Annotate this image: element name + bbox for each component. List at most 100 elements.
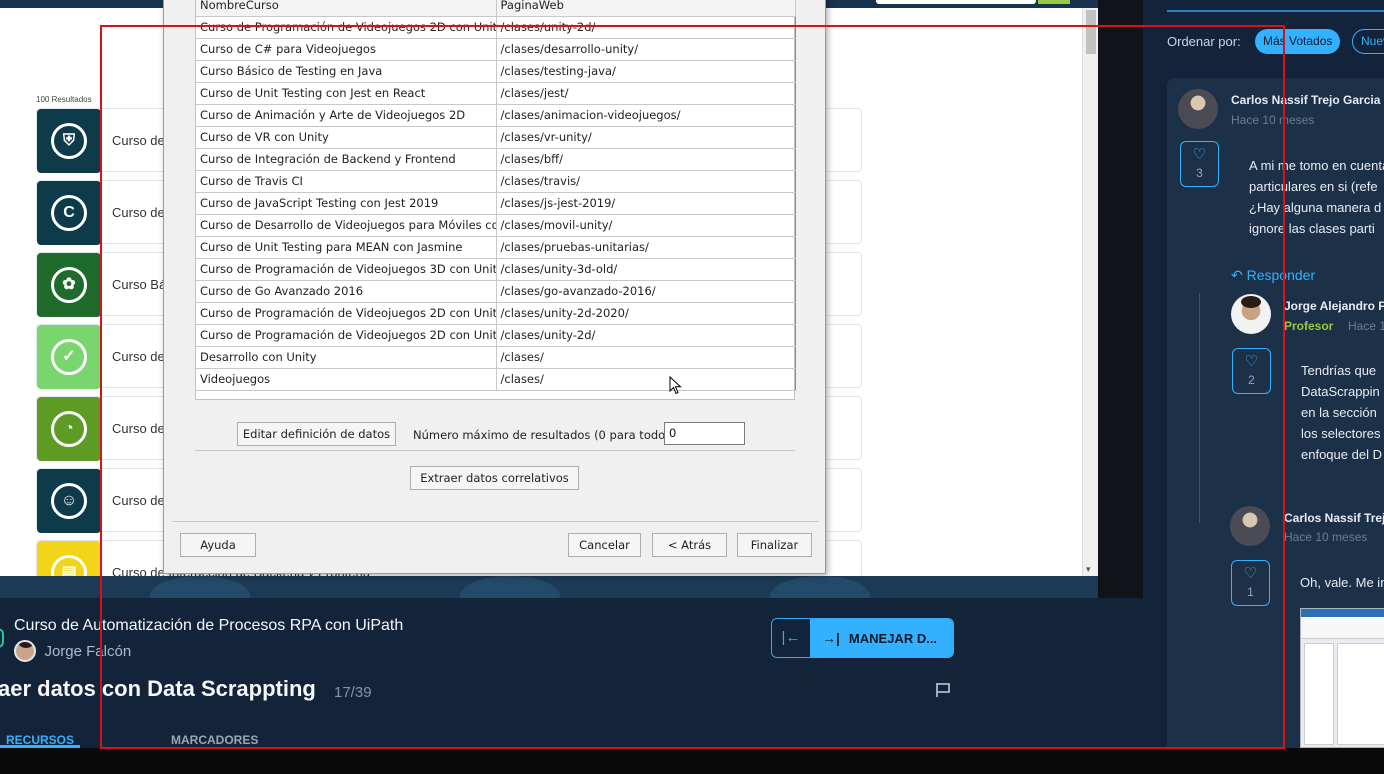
teacher-avatar — [14, 640, 36, 662]
course-card-title: Curso de — [112, 205, 165, 220]
attachment-titlebar — [1301, 609, 1384, 617]
mouse-cursor-icon — [669, 376, 682, 395]
arrow-right-bar-icon: →| — [822, 630, 840, 646]
table-row: Curso de Programación de Videojuegos 3D … — [196, 258, 796, 281]
cell-web-page: /clases/movil-unity/ — [496, 214, 796, 237]
cell-web-page: /clases/ — [496, 346, 796, 369]
class-count: 17/39 — [334, 684, 372, 701]
scrollbar-thumb — [1086, 10, 1096, 54]
cell-web-page: /clases/js-jest-2019/ — [496, 192, 796, 215]
comment-author[interactable]: Carlos Nassif Trejo Garcia — [1284, 511, 1384, 525]
professor-badge: Profesor — [1284, 319, 1334, 333]
help-button: Ayuda — [180, 533, 256, 557]
like-count: 3 — [1196, 166, 1203, 180]
table-row: Curso de Integración de Backend y Fronte… — [196, 148, 796, 171]
table-row: Curso de Travis CI/clases/travis/ — [196, 170, 796, 193]
decor-circle — [770, 576, 870, 598]
cell-web-page: /clases/testing-java/ — [496, 60, 796, 83]
max-results-label: Número máximo de resultados (0 para todo… — [413, 428, 670, 442]
taskbar-strip — [0, 748, 1384, 774]
flag-icon[interactable] — [935, 681, 953, 699]
cell-course-name: Curso de Desarrollo de Videojuegos para … — [196, 214, 497, 237]
order-by-label: Ordenar por: — [1167, 34, 1241, 49]
comment-thread: Carlos Nassif Trejo Garcia Hace 10 meses… — [1167, 78, 1384, 748]
table-row: Curso de Unit Testing para MEAN con Jasm… — [196, 236, 796, 259]
comment-body: Tendrías que DataScrappin en la sección … — [1301, 360, 1382, 465]
cell-course-name: Curso de VR con Unity — [196, 126, 497, 149]
cell-web-page: /clases/animacion-videojuegos/ — [496, 104, 796, 127]
like-count: 1 — [1247, 585, 1254, 599]
like-button[interactable]: ♡ 2 — [1232, 348, 1271, 394]
like-button[interactable]: ♡ 3 — [1180, 141, 1219, 187]
heart-icon: ♡ — [1192, 146, 1207, 163]
course-card-title: Curso de — [112, 349, 165, 364]
attachment-ribbon — [1301, 617, 1384, 639]
cell-course-name: Curso de C# para Videojuegos — [196, 38, 497, 61]
comment-image-attachment[interactable] — [1300, 608, 1384, 748]
website-search-box — [876, 0, 1036, 4]
table-row: Curso de C# para Videojuegos/clases/desa… — [196, 38, 796, 61]
commenter-avatar[interactable] — [1231, 294, 1271, 334]
table-row: Curso de Go Avanzado 2016/clases/go-avan… — [196, 280, 796, 303]
comment-line: ignore las clases parti — [1249, 221, 1375, 236]
reply-button[interactable]: ↶ Responder — [1231, 267, 1315, 284]
data-scraping-dialog: NombreCurso PaginaWeb Curso de Programac… — [163, 0, 826, 574]
commenter-avatar[interactable] — [1178, 89, 1218, 129]
arrow-left-bar-icon: |← — [781, 629, 801, 646]
commenter-avatar[interactable] — [1230, 506, 1270, 546]
class-navigation: |← →| MANEJAR D... — [771, 618, 954, 658]
video-letterbox — [1098, 0, 1143, 598]
order-most-voted-button[interactable]: Más Votados — [1255, 29, 1341, 54]
previous-class-button[interactable]: |← — [772, 619, 810, 657]
course-title[interactable]: Curso de Automatización de Procesos RPA … — [14, 617, 403, 635]
comment-line: particulares en si (refe — [1249, 179, 1378, 194]
cell-web-page: /clases/unity-3d-old/ — [496, 258, 796, 281]
attachment-pane — [1304, 643, 1334, 745]
cell-course-name: Desarrollo con Unity — [196, 346, 497, 369]
website-search-button — [1038, 0, 1070, 4]
table-row: Curso de Unit Testing con Jest en React /… — [196, 82, 796, 105]
cell-course-name: Curso de Go Avanzado 2016 — [196, 280, 497, 303]
divider — [1167, 10, 1384, 12]
cell-course-name: Videojuegos — [196, 368, 497, 391]
like-button[interactable]: ♡ 1 — [1231, 560, 1270, 606]
reply-label: Responder — [1246, 267, 1316, 283]
cell-web-page: /clases/unity-2d/ — [496, 324, 796, 347]
course-badge: ✓ — [37, 325, 101, 389]
course-badge: ✿ — [37, 253, 101, 317]
table-row: Videojuegos/clases/ — [196, 368, 796, 391]
video-player[interactable]: 100 Resultados ⛨ Curso de C Curso de ✿ Curso … — [0, 0, 1143, 598]
screen: 100 Resultados ⛨ Curso de C Curso de ✿ Curso … — [0, 0, 1384, 774]
teacher-info[interactable]: Jorge Falcón — [14, 640, 131, 662]
decor-circle — [150, 576, 250, 598]
pacman-icon: ◔ — [51, 411, 87, 447]
comment-line: DataScrappin — [1301, 384, 1380, 399]
comment-time: Hace 10 meses — [1348, 319, 1384, 333]
next-class-label: MANEJAR D... — [848, 631, 938, 646]
course-card-title: Curso de — [112, 493, 165, 508]
next-class-button[interactable]: →| MANEJAR D... — [810, 619, 953, 657]
heart-icon: ♡ — [1244, 353, 1259, 370]
comment-body: A mi me tomo en cuenta particulares en s… — [1249, 155, 1384, 239]
cell-web-page: /clases/ — [496, 368, 796, 391]
table-row: Curso de VR con Unity/clases/vr-unity/ — [196, 126, 796, 149]
divider — [195, 450, 795, 451]
comment-line: ¿Hay alguna manera d — [1249, 200, 1382, 215]
cell-course-name: Curso de Programación de Videojuegos 2D … — [196, 302, 497, 325]
scroll-down-arrow-icon: ▾ — [1086, 564, 1091, 574]
extracted-data-grid: NombreCurso PaginaWeb Curso de Programac… — [195, 0, 796, 400]
comment-line: Oh, vale. Me im — [1300, 575, 1384, 590]
comment-author[interactable]: Jorge Alejandro Falcón — [1284, 299, 1384, 313]
extract-correlated-data-button: Extraer datos correlativos — [410, 466, 579, 490]
cell-web-page: /clases/unity-2d/ — [496, 16, 796, 39]
tab-bookmarks[interactable]: MARCADORES — [171, 733, 258, 747]
cell-web-page: /clases/vr-unity/ — [496, 126, 796, 149]
cell-web-page: /clases/desarrollo-unity/ — [496, 38, 796, 61]
comment-author[interactable]: Carlos Nassif Trejo Garcia — [1231, 93, 1380, 107]
table-row: Curso de Desarrollo de Videojuegos para … — [196, 214, 796, 237]
cell-course-name: Curso Básico de Testing en Java — [196, 60, 497, 83]
attachment-canvas — [1337, 643, 1384, 745]
order-newest-button[interactable]: Nuevos — [1352, 29, 1384, 54]
table-row: Curso Básico de Testing en Java/clases/t… — [196, 60, 796, 83]
shield-icon: ⛨ — [51, 123, 87, 159]
